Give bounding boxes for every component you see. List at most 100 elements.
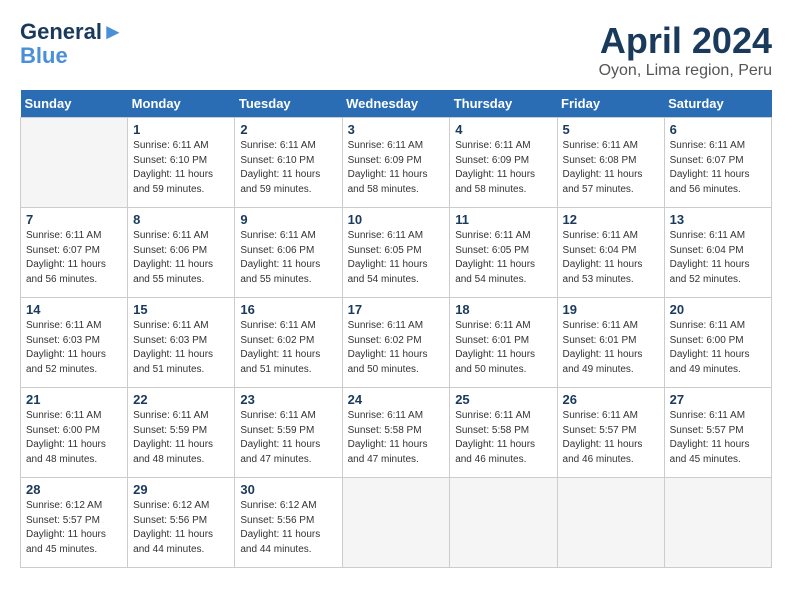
- day-info: Sunrise: 6:11 AM Sunset: 5:58 PM Dayligh…: [455, 409, 551, 467]
- day-number: 20: [670, 302, 766, 317]
- day-info: Sunrise: 6:12 AM Sunset: 5:56 PM Dayligh…: [133, 499, 229, 557]
- day-info: Sunrise: 6:11 AM Sunset: 6:07 PM Dayligh…: [670, 139, 766, 197]
- weekday-header: Thursday: [450, 90, 557, 118]
- day-info: Sunrise: 6:11 AM Sunset: 6:05 PM Dayligh…: [348, 229, 445, 287]
- calendar-day-cell: 2 Sunrise: 6:11 AM Sunset: 6:10 PM Daylig…: [235, 118, 342, 208]
- calendar-day-cell: 21Sunrise: 6:11 AM Sunset: 6:00 PM Dayli…: [21, 388, 128, 478]
- calendar-day-cell: 3 Sunrise: 6:11 AM Sunset: 6:09 PM Daylig…: [342, 118, 450, 208]
- logo-text: General►Blue: [20, 20, 124, 68]
- weekday-header: Tuesday: [235, 90, 342, 118]
- day-number: 24: [348, 392, 445, 407]
- page-header: General►Blue April 2024 Oyon, Lima regio…: [20, 20, 772, 80]
- weekday-header: Friday: [557, 90, 664, 118]
- calendar-day-cell: 17 Sunrise: 6:11 AM Sunset: 6:02 PM Dayli…: [342, 298, 450, 388]
- day-number: 14: [26, 302, 122, 317]
- day-number: 19: [563, 302, 659, 317]
- day-number: 27: [670, 392, 766, 407]
- day-number: 18: [455, 302, 551, 317]
- calendar-day-cell: 1 Sunrise: 6:11 AM Sunset: 6:10 PM Daylig…: [128, 118, 235, 208]
- calendar-day-cell: 22 Sunrise: 6:11 AM Sunset: 5:59 PM Dayli…: [128, 388, 235, 478]
- calendar-day-cell: 4 Sunrise: 6:11 AM Sunset: 6:09 PM Daylig…: [450, 118, 557, 208]
- day-info: Sunrise: 6:12 AM Sunset: 5:57 PM Dayligh…: [26, 499, 122, 557]
- day-number: 15: [133, 302, 229, 317]
- day-info: Sunrise: 6:11 AM Sunset: 6:07 PM Dayligh…: [26, 229, 122, 287]
- day-number: 11: [455, 212, 551, 227]
- weekday-header: Saturday: [664, 90, 771, 118]
- calendar-header-row: SundayMondayTuesdayWednesdayThursdayFrid…: [21, 90, 772, 118]
- calendar-day-cell: 27 Sunrise: 6:11 AM Sunset: 5:57 PM Dayli…: [664, 388, 771, 478]
- weekday-header: Monday: [128, 90, 235, 118]
- logo: General►Blue: [20, 20, 124, 68]
- day-info: Sunrise: 6:11 AM Sunset: 6:06 PM Dayligh…: [240, 229, 336, 287]
- calendar-day-cell: 20 Sunrise: 6:11 AM Sunset: 6:00 PM Dayli…: [664, 298, 771, 388]
- calendar-day-cell: 12 Sunrise: 6:11 AM Sunset: 6:04 PM Dayli…: [557, 208, 664, 298]
- day-info: Sunrise: 6:11 AM Sunset: 6:01 PM Dayligh…: [563, 319, 659, 377]
- calendar-day-cell: 13 Sunrise: 6:11 AM Sunset: 6:04 PM Dayli…: [664, 208, 771, 298]
- calendar-day-cell: 19 Sunrise: 6:11 AM Sunset: 6:01 PM Dayli…: [557, 298, 664, 388]
- day-number: 9: [240, 212, 336, 227]
- day-number: 30: [240, 482, 336, 497]
- weekday-header: Wednesday: [342, 90, 450, 118]
- day-number: 10: [348, 212, 445, 227]
- day-number: 1: [133, 122, 229, 137]
- day-number: 16: [240, 302, 336, 317]
- calendar-day-cell: 24 Sunrise: 6:11 AM Sunset: 5:58 PM Dayli…: [342, 388, 450, 478]
- day-info: Sunrise: 6:11 AM Sunset: 5:59 PM Dayligh…: [240, 409, 336, 467]
- day-info: Sunrise: 6:11 AM Sunset: 6:04 PM Dayligh…: [563, 229, 659, 287]
- day-info: Sunrise: 6:11 AM Sunset: 5:57 PM Dayligh…: [670, 409, 766, 467]
- day-number: 3: [348, 122, 445, 137]
- day-info: Sunrise: 6:11 AM Sunset: 6:05 PM Dayligh…: [455, 229, 551, 287]
- calendar-day-cell: 8Sunrise: 6:11 AM Sunset: 6:06 PM Daylig…: [128, 208, 235, 298]
- day-info: Sunrise: 6:11 AM Sunset: 6:09 PM Dayligh…: [348, 139, 445, 197]
- calendar-day-cell: [557, 478, 664, 568]
- day-info: Sunrise: 6:11 AM Sunset: 5:59 PM Dayligh…: [133, 409, 229, 467]
- calendar-day-cell: 28Sunrise: 6:12 AM Sunset: 5:57 PM Dayli…: [21, 478, 128, 568]
- calendar-day-cell: 15 Sunrise: 6:11 AM Sunset: 6:03 PM Dayli…: [128, 298, 235, 388]
- day-info: Sunrise: 6:11 AM Sunset: 5:58 PM Dayligh…: [348, 409, 445, 467]
- day-info: Sunrise: 6:11 AM Sunset: 6:02 PM Dayligh…: [348, 319, 445, 377]
- title-block: April 2024 Oyon, Lima region, Peru: [599, 20, 772, 80]
- calendar-day-cell: 7Sunrise: 6:11 AM Sunset: 6:07 PM Daylig…: [21, 208, 128, 298]
- day-info: Sunrise: 6:11 AM Sunset: 6:08 PM Dayligh…: [563, 139, 659, 197]
- calendar-week-row: 7Sunrise: 6:11 AM Sunset: 6:07 PM Daylig…: [21, 208, 772, 298]
- calendar-week-row: 21Sunrise: 6:11 AM Sunset: 6:00 PM Dayli…: [21, 388, 772, 478]
- calendar-week-row: 14 Sunrise: 6:11 AM Sunset: 6:03 PM Dayli…: [21, 298, 772, 388]
- calendar-week-row: 1 Sunrise: 6:11 AM Sunset: 6:10 PM Daylig…: [21, 118, 772, 208]
- day-info: Sunrise: 6:12 AM Sunset: 5:56 PM Dayligh…: [240, 499, 336, 557]
- day-info: Sunrise: 6:11 AM Sunset: 6:01 PM Dayligh…: [455, 319, 551, 377]
- location-subtitle: Oyon, Lima region, Peru: [599, 62, 772, 80]
- day-number: 6: [670, 122, 766, 137]
- day-info: Sunrise: 6:11 AM Sunset: 6:09 PM Dayligh…: [455, 139, 551, 197]
- calendar-table: SundayMondayTuesdayWednesdayThursdayFrid…: [20, 90, 772, 568]
- day-info: Sunrise: 6:11 AM Sunset: 6:02 PM Dayligh…: [240, 319, 336, 377]
- calendar-day-cell: 14 Sunrise: 6:11 AM Sunset: 6:03 PM Dayli…: [21, 298, 128, 388]
- calendar-day-cell: [450, 478, 557, 568]
- calendar-day-cell: 26Sunrise: 6:11 AM Sunset: 5:57 PM Dayli…: [557, 388, 664, 478]
- day-number: 17: [348, 302, 445, 317]
- calendar-day-cell: 9 Sunrise: 6:11 AM Sunset: 6:06 PM Daylig…: [235, 208, 342, 298]
- day-number: 29: [133, 482, 229, 497]
- day-number: 2: [240, 122, 336, 137]
- calendar-day-cell: 29 Sunrise: 6:12 AM Sunset: 5:56 PM Dayli…: [128, 478, 235, 568]
- day-info: Sunrise: 6:11 AM Sunset: 6:03 PM Dayligh…: [133, 319, 229, 377]
- day-number: 25: [455, 392, 551, 407]
- calendar-day-cell: [342, 478, 450, 568]
- day-info: Sunrise: 6:11 AM Sunset: 6:00 PM Dayligh…: [670, 319, 766, 377]
- month-year-title: April 2024: [599, 20, 772, 62]
- day-info: Sunrise: 6:11 AM Sunset: 6:10 PM Dayligh…: [133, 139, 229, 197]
- day-number: 12: [563, 212, 659, 227]
- calendar-day-cell: 10 Sunrise: 6:11 AM Sunset: 6:05 PM Dayli…: [342, 208, 450, 298]
- day-number: 13: [670, 212, 766, 227]
- calendar-day-cell: 30 Sunrise: 6:12 AM Sunset: 5:56 PM Dayli…: [235, 478, 342, 568]
- day-info: Sunrise: 6:11 AM Sunset: 6:03 PM Dayligh…: [26, 319, 122, 377]
- day-number: 26: [563, 392, 659, 407]
- calendar-day-cell: 6 Sunrise: 6:11 AM Sunset: 6:07 PM Daylig…: [664, 118, 771, 208]
- day-number: 22: [133, 392, 229, 407]
- day-info: Sunrise: 6:11 AM Sunset: 6:04 PM Dayligh…: [670, 229, 766, 287]
- day-number: 21: [26, 392, 122, 407]
- day-info: Sunrise: 6:11 AM Sunset: 6:10 PM Dayligh…: [240, 139, 336, 197]
- calendar-week-row: 28Sunrise: 6:12 AM Sunset: 5:57 PM Dayli…: [21, 478, 772, 568]
- day-number: 4: [455, 122, 551, 137]
- weekday-header: Sunday: [21, 90, 128, 118]
- day-info: Sunrise: 6:11 AM Sunset: 6:06 PM Dayligh…: [133, 229, 229, 287]
